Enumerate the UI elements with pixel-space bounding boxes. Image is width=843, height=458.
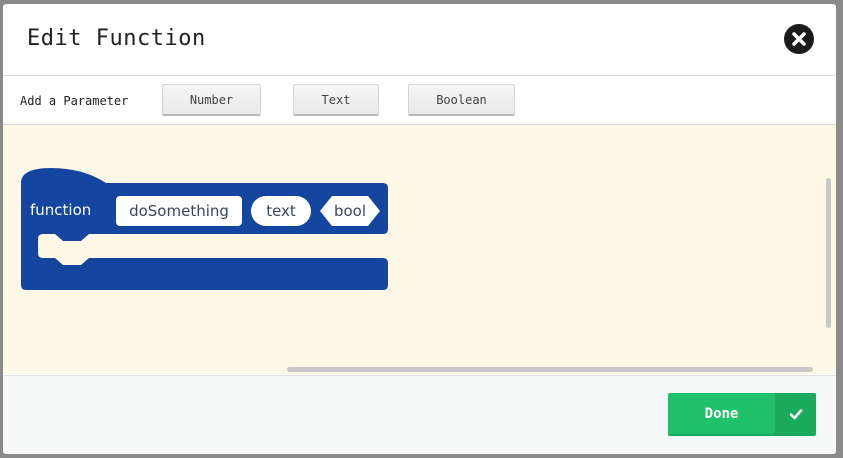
function-definition-block[interactable]	[3, 125, 836, 374]
function-keyword: function	[30, 201, 92, 219]
dialog-footer: Done	[3, 375, 836, 454]
vertical-scrollbar[interactable]	[826, 178, 831, 328]
function-name-field[interactable]: doSomething	[116, 196, 242, 226]
done-button[interactable]: Done	[668, 393, 816, 436]
done-label: Done	[704, 405, 739, 422]
boolean-parameter[interactable]: bool	[320, 196, 380, 226]
dialog-header: Edit Function	[3, 4, 836, 76]
checkmark-icon	[775, 393, 816, 434]
horizontal-scrollbar[interactable]	[287, 367, 813, 372]
close-button[interactable]	[784, 24, 814, 54]
edit-function-dialog: Edit Function Add a Parameter Number Tex…	[3, 4, 836, 454]
add-parameter-label: Add a Parameter	[20, 94, 129, 108]
add-text-parameter-button[interactable]: Text	[293, 84, 379, 116]
dialog-title: Edit Function	[27, 26, 206, 51]
add-number-parameter-button[interactable]: Number	[162, 84, 261, 116]
add-boolean-parameter-button[interactable]: Boolean	[408, 84, 515, 116]
close-icon	[792, 32, 806, 46]
add-parameter-toolbar: Add a Parameter Number Text Boolean	[3, 76, 836, 125]
text-parameter[interactable]: text	[251, 196, 311, 226]
blocks-workspace[interactable]: function doSomething text bool	[3, 125, 836, 374]
